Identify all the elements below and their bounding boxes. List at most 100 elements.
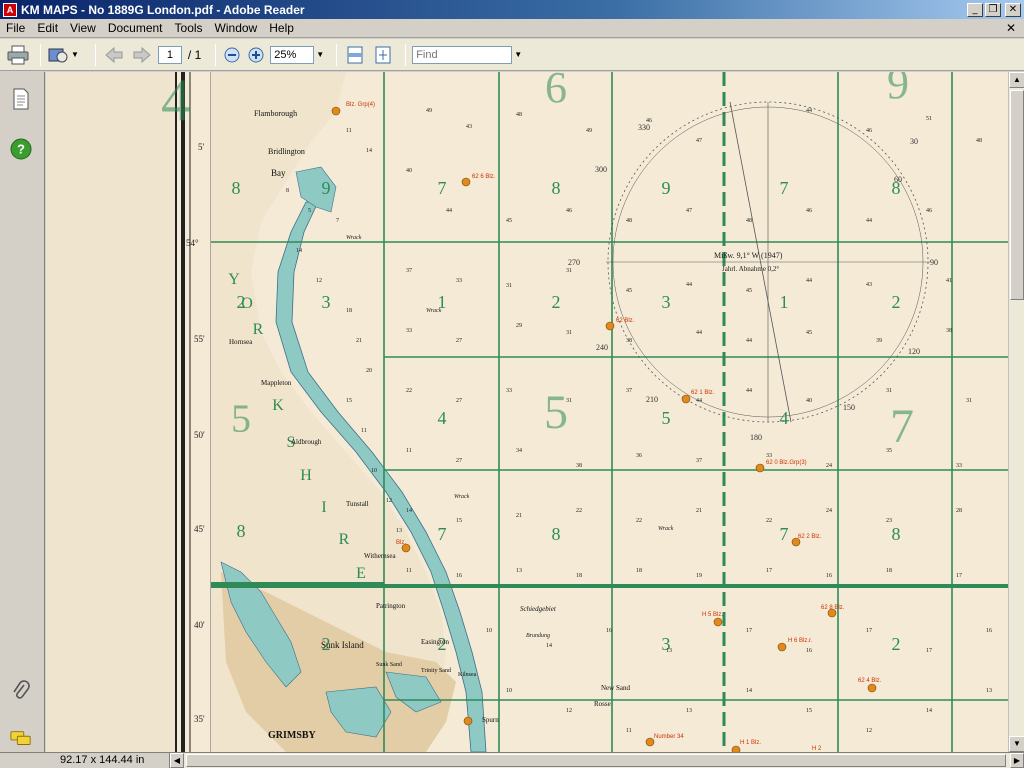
minimize-button[interactable]: _ [967, 2, 983, 17]
grid-number: 8 [552, 524, 561, 544]
scroll-left-arrow-icon[interactable]: ◀ [170, 753, 184, 768]
svg-text:45: 45 [806, 330, 812, 336]
scroll-right-arrow-icon[interactable]: ▶ [1010, 753, 1024, 768]
svg-text:37: 37 [626, 388, 632, 394]
svg-text:17: 17 [956, 573, 962, 579]
svg-text:18: 18 [636, 568, 642, 574]
grid-number: 4 [438, 408, 447, 428]
svg-text:48: 48 [626, 218, 632, 224]
svg-text:14: 14 [366, 148, 372, 154]
chevron-down-icon[interactable]: ▼ [71, 50, 79, 59]
zoom-in-icon [248, 47, 264, 62]
svg-text:14: 14 [406, 508, 412, 514]
comments-panel-button[interactable] [10, 728, 32, 750]
page-size-label: 92.17 x 144.44 in [0, 753, 170, 768]
light-label: H 6 Blz.r. [788, 638, 813, 644]
document-view[interactable]: 270 90 180 300 60 240 120 150 210 30 330… [46, 72, 1008, 752]
svg-text:22: 22 [576, 508, 582, 514]
svg-text:13: 13 [686, 708, 692, 714]
menu-document[interactable]: Document [102, 21, 169, 35]
zoom-out-button[interactable] [222, 43, 242, 67]
menu-edit[interactable]: Edit [31, 21, 64, 35]
fit-width-button[interactable] [343, 43, 367, 67]
svg-text:22: 22 [766, 518, 772, 524]
svg-text:29: 29 [516, 323, 522, 329]
svg-text:51: 51 [926, 116, 932, 122]
close-button[interactable]: ✕ [1005, 2, 1021, 17]
attachments-panel-button[interactable] [10, 680, 32, 702]
horizontal-scrollbar[interactable]: ◀ ▶ [170, 753, 1024, 768]
menu-view[interactable]: View [64, 21, 102, 35]
toolbar: ▼ / 1 ▼ ▼ [0, 39, 1024, 71]
compass-degree-label: 180 [750, 433, 762, 442]
vertical-scroll-thumb[interactable] [1010, 90, 1024, 300]
previous-page-button[interactable] [102, 43, 126, 67]
zoom-level-input[interactable] [270, 45, 315, 64]
printer-icon [7, 45, 29, 64]
svg-text:40: 40 [806, 398, 812, 404]
latitude-label: 45' [194, 524, 205, 534]
large-grid-number: 9 [887, 72, 909, 108]
find-input[interactable] [412, 45, 513, 64]
svg-text:31: 31 [566, 268, 572, 274]
svg-text:46: 46 [926, 208, 932, 214]
svg-text:43: 43 [466, 124, 472, 130]
menu-help[interactable]: Help [263, 21, 300, 35]
svg-text:8: 8 [286, 188, 289, 194]
place-label: Aldbrough [291, 438, 322, 446]
grid-number: 3 [662, 292, 671, 312]
grid-number: 7 [438, 524, 447, 544]
pdf-app-icon: A [3, 2, 17, 17]
svg-text:22: 22 [636, 518, 642, 524]
svg-text:27: 27 [456, 458, 462, 464]
latitude-label: 35' [194, 714, 205, 724]
grid-number: 8 [892, 524, 901, 544]
zoom-in-button[interactable] [246, 43, 266, 67]
horizontal-scroll-thumb[interactable] [186, 754, 1006, 767]
pages-panel-button[interactable] [10, 88, 32, 110]
place-label: Sunk Sand [376, 662, 402, 668]
grid-number: 8 [552, 178, 561, 198]
pages-icon [13, 88, 29, 110]
large-grid-number: 4 [161, 72, 191, 133]
svg-text:39: 39 [876, 338, 882, 344]
menu-tools[interactable]: Tools [169, 21, 209, 35]
menu-window[interactable]: Window [209, 21, 264, 35]
svg-text:44: 44 [446, 208, 452, 214]
svg-text:27: 27 [456, 338, 462, 344]
find-dropdown-chevron-icon[interactable]: ▼ [514, 50, 522, 59]
navigation-panel: ? [0, 72, 45, 752]
light-label: Blz. Grp(4) [346, 102, 375, 108]
svg-text:33: 33 [406, 328, 412, 334]
zoom-dropdown-chevron-icon[interactable]: ▼ [316, 50, 324, 59]
svg-text:36: 36 [636, 453, 642, 459]
menu-file[interactable]: File [0, 21, 31, 35]
svg-text:44: 44 [696, 398, 702, 404]
region-letter: H [300, 467, 312, 484]
toolbar-separator [336, 43, 338, 66]
help-panel-button[interactable]: ? [10, 138, 32, 160]
region-letter: Y [228, 271, 240, 288]
scroll-down-arrow-icon[interactable]: ▼ [1009, 736, 1024, 752]
svg-text:45: 45 [506, 218, 512, 224]
vertical-scrollbar[interactable]: ▲ ▼ [1008, 72, 1024, 752]
compass-variation-label: Mißw. 9,1° W (1947) [714, 251, 783, 260]
paperclip-icon [13, 680, 30, 699]
place-label: Mappleton [261, 379, 292, 387]
svg-text:31: 31 [506, 283, 512, 289]
svg-text:21: 21 [516, 513, 522, 519]
scroll-up-arrow-icon[interactable]: ▲ [1009, 72, 1024, 88]
svg-text:11: 11 [406, 568, 412, 574]
organizer-button[interactable]: ▼ [47, 43, 85, 67]
svg-text:16: 16 [826, 573, 832, 579]
page-number-input[interactable] [157, 45, 182, 64]
fit-page-button[interactable] [371, 43, 395, 67]
document-close-button[interactable]: ✕ [1006, 21, 1016, 35]
print-button[interactable] [6, 43, 30, 67]
place-label: Tunstall [346, 500, 369, 508]
next-page-button[interactable] [130, 43, 154, 67]
svg-text:8: 8 [237, 521, 246, 541]
restore-button[interactable]: ❐ [985, 2, 1001, 17]
svg-text:49: 49 [586, 128, 592, 134]
place-label: Rosse [594, 700, 611, 708]
